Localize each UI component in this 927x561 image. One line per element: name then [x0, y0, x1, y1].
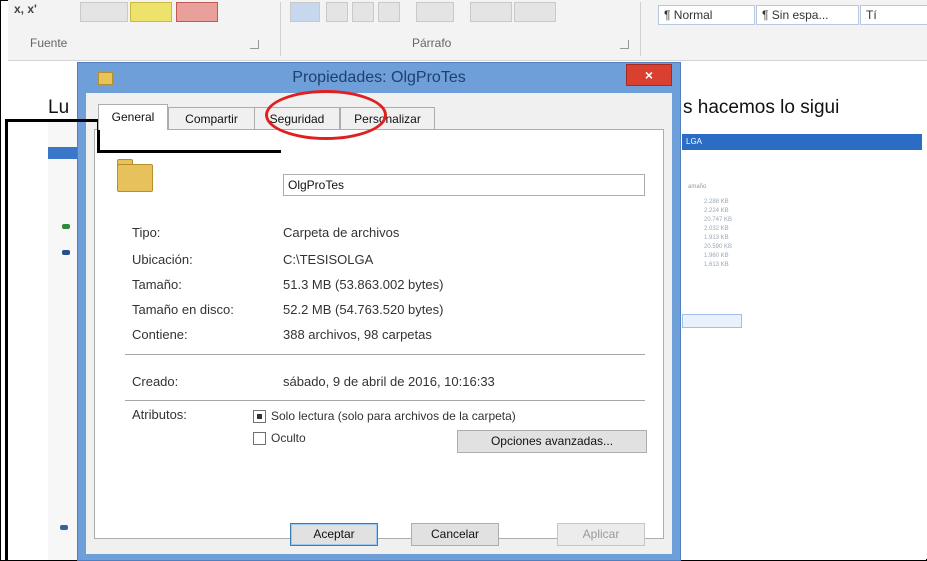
file-size: 1.913 KB — [704, 235, 729, 241]
document-heading-right: s hacemos lo sigui — [683, 97, 840, 118]
style-sin-espaciado[interactable]: ¶ Sin espa... — [756, 5, 859, 25]
dialog-body: General Compartir Seguridad Personalizar… — [86, 93, 672, 554]
explorer-file-list: LGA amaño 2.288 KB 2.224 KB 20.747 KB 2.… — [682, 122, 922, 332]
tab-compartir[interactable]: Compartir — [168, 107, 255, 129]
folder-icon — [117, 164, 153, 192]
explorer-nav-strip — [48, 120, 80, 560]
file-size: 20.747 KB — [704, 217, 733, 223]
dialog-title-bar[interactable]: Propiedades: OlgProTes × — [78, 63, 680, 93]
file-size: 2.224 KB — [704, 208, 729, 214]
borders-icon[interactable] — [514, 2, 556, 22]
ok-button[interactable]: Aceptar — [290, 523, 378, 546]
file-size: 20.590 KB — [704, 244, 733, 250]
general-tab-panel: Tipo: Carpeta de archivos Ubicación: C:\… — [94, 129, 664, 539]
explorer-path-bar: LGA — [682, 134, 922, 150]
style-titulo[interactable]: Tí — [860, 5, 927, 25]
file-size: 2.032 KB — [704, 226, 729, 232]
explorer-selected-item — [48, 147, 78, 159]
close-button[interactable]: × — [626, 64, 672, 86]
network-icon — [62, 224, 70, 229]
hidden-checkbox[interactable] — [253, 432, 266, 445]
ribbon-separator — [640, 2, 641, 56]
font-dialog-launcher-icon[interactable] — [250, 40, 259, 49]
size-column-header: amaño — [688, 184, 707, 190]
type-label: Tipo: — [132, 225, 161, 240]
file-size: 1.960 KB — [704, 253, 729, 259]
annotation-line-vertical — [5, 119, 8, 561]
hidden-label: Oculto — [271, 431, 306, 445]
align-right-icon[interactable] — [352, 2, 374, 22]
line-spacing-icon[interactable] — [416, 2, 454, 22]
readonly-checkbox[interactable] — [253, 410, 266, 423]
attributes-label: Atributos: — [132, 407, 187, 422]
highlight-color-icon[interactable] — [130, 2, 172, 22]
divider — [125, 354, 645, 355]
align-left-icon[interactable] — [290, 2, 320, 22]
readonly-label: Solo lectura (solo para archivos de la c… — [271, 409, 516, 423]
created-value: sábado, 9 de abril de 2016, 10:16:33 — [283, 374, 495, 389]
font-style-buttons[interactable]: x, x' — [14, 2, 37, 16]
location-value: C:\TESISOLGA — [283, 252, 374, 267]
drive-icon — [60, 525, 68, 530]
type-value: Carpeta de archivos — [283, 225, 400, 240]
document-heading-left: Lu — [48, 97, 70, 118]
size-on-disk-value: 52.2 MB (54.763.520 bytes) — [283, 302, 444, 317]
security-tab-highlight-circle — [265, 90, 387, 140]
align-center-icon[interactable] — [326, 2, 348, 22]
font-color-icon[interactable] — [176, 2, 218, 22]
word-ribbon: x, x' Fuente Párrafo ¶ Normal ¶ Sin espa… — [8, 0, 927, 61]
apply-button[interactable]: Aplicar — [557, 523, 645, 546]
annotation-line — [97, 150, 281, 153]
size-label: Tamaño: — [132, 277, 182, 292]
homegroup-icon — [62, 250, 70, 255]
file-size: 1.613 KB — [704, 262, 729, 268]
folder-name-input[interactable] — [283, 174, 645, 196]
created-label: Creado: — [132, 374, 179, 389]
file-size: 2.288 KB — [704, 199, 729, 205]
properties-dialog: Propiedades: OlgProTes × General Compart… — [77, 62, 681, 561]
paragraph-group-label: Párrafo — [412, 36, 452, 50]
contains-label: Contiene: — [132, 327, 188, 342]
contains-value: 388 archivos, 98 carpetas — [283, 327, 432, 342]
font-group-label: Fuente — [30, 36, 68, 50]
explorer-selected-row — [682, 314, 742, 328]
style-normal[interactable]: ¶ Normal — [658, 5, 755, 25]
size-on-disk-label: Tamaño en disco: — [132, 302, 234, 317]
dialog-title: Propiedades: OlgProTes — [292, 69, 466, 86]
ribbon-separator — [280, 2, 281, 56]
annotation-line — [8, 119, 100, 122]
cancel-button[interactable]: Cancelar — [411, 523, 499, 546]
advanced-options-button[interactable]: Opciones avanzadas... — [457, 430, 647, 453]
divider — [125, 400, 645, 401]
shading-icon[interactable] — [470, 2, 512, 22]
tab-general[interactable]: General — [98, 104, 168, 130]
paragraph-dialog-launcher-icon[interactable] — [620, 40, 629, 49]
text-effects-icon[interactable] — [80, 2, 128, 22]
justify-icon[interactable] — [378, 2, 400, 22]
location-label: Ubicación: — [132, 252, 193, 267]
size-value: 51.3 MB (53.863.002 bytes) — [283, 277, 444, 292]
